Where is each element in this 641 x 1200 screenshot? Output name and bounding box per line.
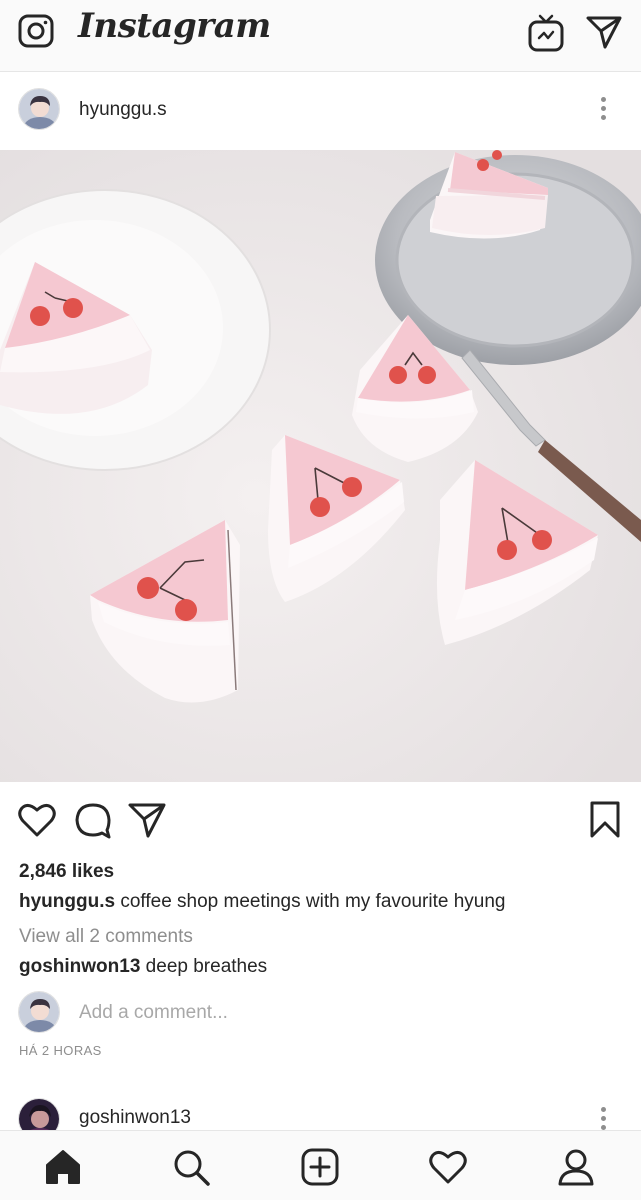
post-author-username[interactable]: hyunggu.s (79, 99, 167, 121)
direct-message-icon[interactable] (585, 14, 623, 50)
home-icon[interactable] (43, 1147, 83, 1187)
comment-text: deep breathes (140, 956, 268, 977)
camera-icon[interactable] (18, 13, 54, 49)
comment-icon[interactable] (73, 800, 113, 840)
activity-heart-icon[interactable] (428, 1147, 468, 1187)
post-author-avatar[interactable] (18, 88, 60, 130)
next-post-author-username[interactable]: goshinwon13 (79, 1107, 191, 1129)
profile-icon[interactable] (556, 1147, 596, 1187)
post-header: hyunggu.s (0, 72, 641, 150)
comment-username[interactable]: goshinwon13 (19, 956, 140, 977)
post-photo[interactable] (0, 150, 641, 782)
bookmark-icon[interactable] (585, 800, 625, 840)
next-post-header: goshinwon13 (0, 1090, 641, 1140)
heart-icon[interactable] (17, 800, 57, 840)
bottom-navigation (0, 1130, 641, 1200)
comment-item: goshinwon13 deep breathes (19, 956, 267, 978)
likes-count[interactable]: 2,846 likes (19, 861, 114, 883)
post-timestamp: HÁ 2 HORAS (19, 1043, 102, 1058)
caption-text: coffee shop meetings with my favourite h… (115, 891, 506, 912)
top-bar: Instagram (0, 0, 641, 72)
new-post-icon[interactable] (300, 1147, 340, 1187)
view-all-comments-link[interactable]: View all 2 comments (19, 926, 193, 948)
post-caption: hyunggu.s coffee shop meetings with my f… (19, 891, 505, 913)
add-comment-input[interactable] (79, 1002, 379, 1024)
caption-username[interactable]: hyunggu.s (19, 891, 115, 912)
search-icon[interactable] (171, 1147, 211, 1187)
current-user-avatar (18, 991, 60, 1033)
share-icon[interactable] (127, 800, 167, 840)
post-options-icon[interactable] (601, 97, 607, 123)
igtv-icon[interactable] (528, 13, 564, 53)
instagram-logo: Instagram (78, 6, 271, 46)
post-action-bar (0, 782, 641, 856)
